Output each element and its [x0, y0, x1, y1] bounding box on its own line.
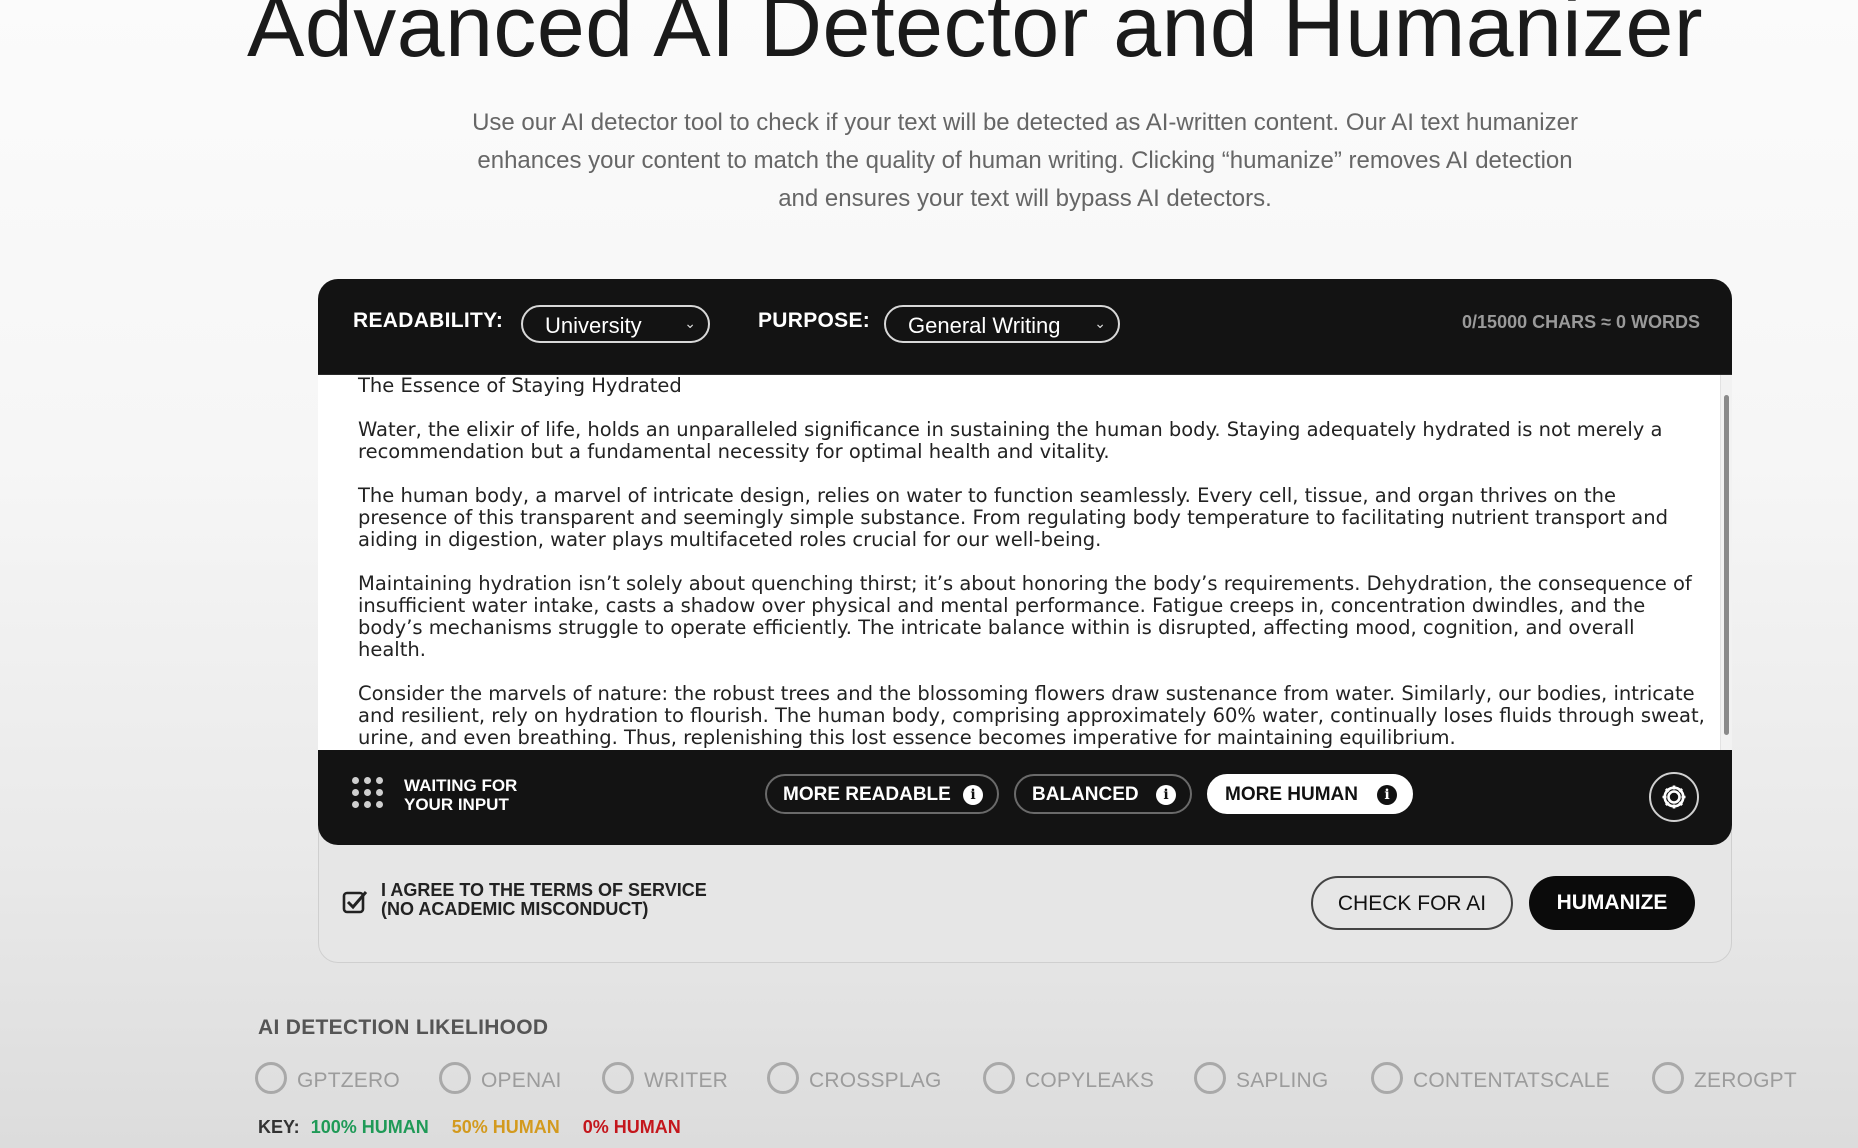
humanize-button[interactable]: HUMANIZE — [1529, 876, 1695, 930]
detector-label: ZEROGPT — [1694, 1069, 1797, 1092]
info-icon[interactable]: i — [1377, 785, 1397, 805]
mode-more-human-button[interactable]: MORE HUMAN i — [1207, 774, 1413, 814]
purpose-select[interactable]: General Writing ⌄ — [884, 305, 1120, 343]
detector-status-ring — [1194, 1062, 1226, 1094]
chevron-down-icon: ⌄ — [684, 315, 696, 331]
detector-label: COPYLEAKS — [1025, 1069, 1155, 1092]
mode-label: MORE HUMAN — [1225, 784, 1358, 805]
chevron-down-icon: ⌄ — [1094, 315, 1106, 331]
editor-paragraph: The Essence of Staying Hydrated — [358, 374, 682, 397]
gear-icon — [1662, 785, 1686, 809]
scrollbar-thumb[interactable] — [1724, 395, 1729, 735]
detection-title: AI DETECTION LIKELIHOOD — [258, 1016, 549, 1039]
status-text: WAITING FOR YOUR INPUT — [404, 776, 517, 814]
detector-label: CROSSPLAG — [809, 1069, 942, 1092]
editor-panel: READABILITY: University ⌄ PURPOSE: Gener… — [318, 279, 1732, 845]
mode-more-readable-button[interactable]: MORE READABLE i — [765, 774, 999, 814]
char-word-counter: 0/15000 CHARS ≈ 0 WORDS — [1462, 312, 1700, 332]
readability-label: READABILITY: — [353, 309, 504, 332]
agree-terms-label[interactable]: I AGREE TO THE TERMS OF SERVICE (NO ACAD… — [381, 881, 707, 919]
mode-label: BALANCED — [1032, 784, 1139, 805]
purpose-label: PURPOSE: — [758, 309, 871, 332]
readability-select[interactable]: University ⌄ — [521, 305, 710, 343]
info-icon[interactable]: i — [1156, 785, 1176, 805]
readability-value: University — [545, 313, 642, 338]
editor-paragraph: The human body, a marvel of intricate de… — [358, 484, 1668, 551]
editor-content[interactable]: The Essence of Staying Hydrated Water, t… — [358, 375, 1708, 750]
status-line: WAITING FOR — [404, 776, 518, 795]
detector-status-ring — [602, 1062, 634, 1094]
editor-bottombar: WAITING FOR YOUR INPUT MORE READABLE i B… — [318, 750, 1732, 845]
editor-scrollbar[interactable] — [1720, 375, 1732, 750]
info-icon[interactable]: i — [963, 785, 983, 805]
key-100-human: 100% HUMAN — [310, 1117, 429, 1137]
status-line: YOUR INPUT — [404, 795, 509, 814]
check-for-ai-button[interactable]: CHECK FOR AI — [1311, 876, 1513, 930]
mode-balanced-button[interactable]: BALANCED i — [1014, 774, 1192, 814]
page-title: Advanced AI Detector and Humanizer — [247, 0, 1703, 75]
agree-line: (NO ACADEMIC MISCONDUCT) — [381, 899, 649, 919]
detector-status-ring — [1652, 1062, 1684, 1094]
detector-label: OPENAI — [481, 1069, 562, 1092]
editor-toolbar: READABILITY: University ⌄ PURPOSE: Gener… — [318, 279, 1732, 359]
detection-key: KEY: 100% HUMAN 50% HUMAN 0% HUMAN — [258, 1117, 699, 1138]
detector-label: CONTENTATSCALE — [1413, 1069, 1610, 1092]
loading-dots-icon — [352, 777, 384, 813]
detector-status-ring — [1371, 1062, 1403, 1094]
detector-status-ring — [767, 1062, 799, 1094]
key-label: KEY: — [258, 1117, 300, 1137]
mode-label: MORE READABLE — [783, 784, 951, 805]
key-50-human: 50% HUMAN — [451, 1117, 560, 1137]
agree-checkbox[interactable] — [342, 889, 368, 915]
detector-label: WRITER — [644, 1069, 729, 1092]
purpose-value: General Writing — [908, 313, 1061, 338]
detector-status-ring — [255, 1062, 287, 1094]
editor-paragraph: Water, the elixir of life, holds an unpa… — [358, 418, 1663, 463]
detector-status-ring — [439, 1062, 471, 1094]
detector-label: SAPLING — [1236, 1069, 1329, 1092]
detector-status-ring — [983, 1062, 1015, 1094]
editor-paragraph: Consider the marvels of nature: the robu… — [358, 682, 1705, 749]
agree-line: I AGREE TO THE TERMS OF SERVICE — [381, 880, 707, 900]
settings-button[interactable] — [1649, 772, 1699, 822]
text-editor[interactable]: The Essence of Staying Hydrated Water, t… — [318, 374, 1732, 750]
key-0-human: 0% HUMAN — [582, 1117, 681, 1137]
detector-label: GPTZERO — [297, 1069, 400, 1092]
page-subtitle: Use our AI detector tool to check if you… — [472, 109, 1578, 212]
editor-paragraph: Maintaining hydration isn’t solely about… — [358, 572, 1692, 661]
